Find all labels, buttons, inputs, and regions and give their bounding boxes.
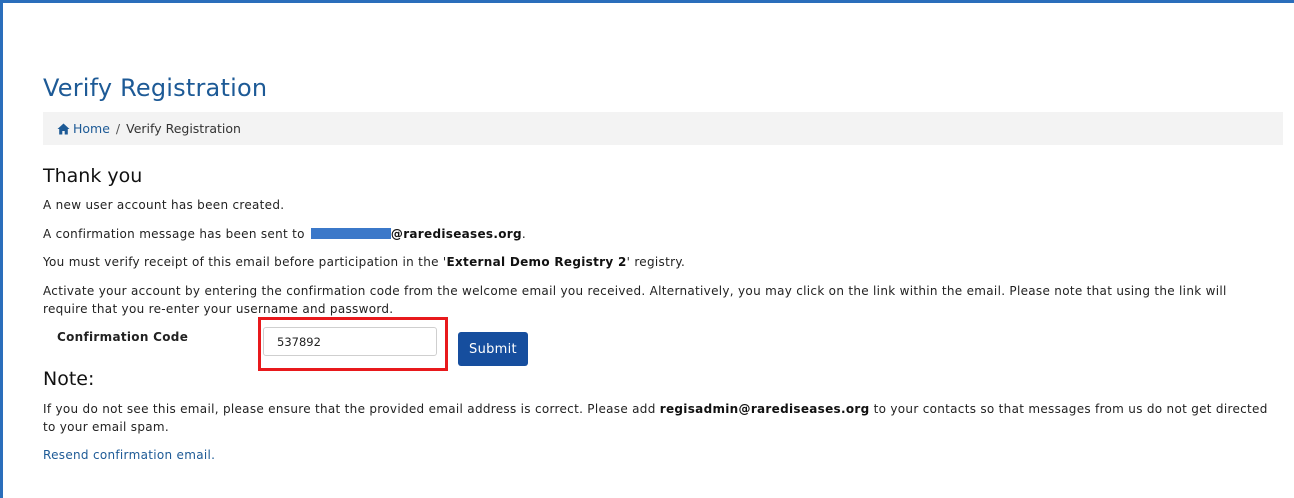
admin-email: regisadmin@rarediseases.org [659,402,870,416]
redacted-email-mask [310,228,391,239]
verify-receipt-prefix: You must verify receipt of this email be… [43,255,447,269]
breadcrumb-current: Verify Registration [126,121,241,136]
resend-confirmation-link[interactable]: Resend confirmation email. [43,448,215,462]
page-title: Verify Registration [43,74,268,102]
submit-button[interactable]: Submit [458,332,528,366]
activate-instructions-text: Activate your account by entering the co… [43,284,1227,316]
note-text: If you do not see this email, please ens… [43,400,1273,436]
confirmation-sent-suffix: . [521,227,527,241]
breadcrumb-home-label: Home [73,121,110,136]
breadcrumb: Home / Verify Registration [43,112,1283,145]
note-heading: Note: [43,368,95,390]
verify-receipt-suffix: ' registry. [626,255,686,269]
breadcrumb-home-link[interactable]: Home [57,121,110,136]
verify-receipt-text: You must verify receipt of this email be… [43,253,685,271]
user-email-domain: @rarediseases.org [390,227,522,241]
confirmation-sent-text: A confirmation message has been sent to … [43,225,526,243]
breadcrumb-separator: / [115,121,121,136]
confirmation-code-label: Confirmation Code [57,330,189,344]
confirmation-code-input[interactable] [263,327,437,356]
thank-you-heading: Thank you [43,165,143,187]
account-created-text: A new user account has been created. [43,198,285,212]
registry-name: External Demo Registry 2 [446,255,627,269]
note-text-prefix: If you do not see this email, please ens… [43,402,660,416]
home-icon [57,114,70,147]
confirmation-sent-prefix: A confirmation message has been sent to [43,227,309,241]
